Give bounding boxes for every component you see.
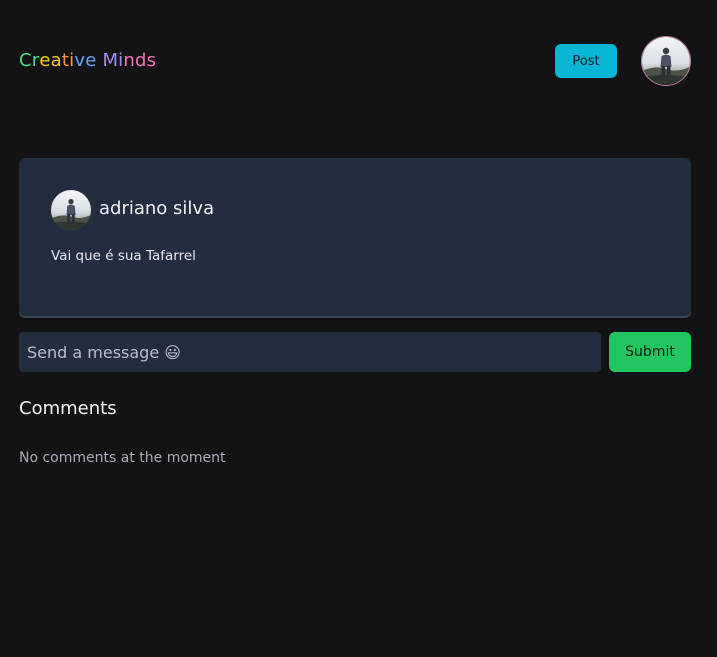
submit-button[interactable]: Submit [609, 332, 691, 372]
logo-letter: t [61, 50, 70, 71]
logo-letter: n [123, 50, 135, 71]
comment-form: Submit [19, 332, 691, 372]
logo-letter: a [50, 50, 62, 71]
post-card: adriano silva Vai que é sua Tafarrel [19, 158, 691, 316]
post-author-name: adriano silva [99, 198, 215, 219]
post-content: Vai que é sua Tafarrel [51, 248, 196, 264]
logo-letter: e [39, 50, 51, 71]
no-comments-message: No comments at the moment [19, 450, 226, 466]
logo-letter: r [31, 50, 40, 71]
logo-letter: C [19, 50, 32, 71]
author-avatar[interactable] [51, 190, 91, 230]
logo-letter: e [85, 50, 97, 71]
user-avatar-icon [642, 37, 690, 85]
post-button[interactable]: Post [555, 44, 617, 78]
app-logo[interactable]: Creative Minds [19, 50, 156, 72]
top-bar: Creative Minds Post [19, 36, 691, 86]
message-input[interactable] [19, 332, 601, 372]
profile-avatar[interactable] [641, 36, 691, 86]
logo-letter: s [146, 50, 157, 71]
logo-letter: v [74, 50, 86, 71]
logo-letter: M [102, 50, 119, 71]
comments-heading: Comments [19, 398, 117, 419]
logo-letter: d [134, 50, 147, 71]
user-avatar-icon [51, 190, 91, 230]
app-page: Creative Minds Post adriano silva Vai qu… [0, 0, 717, 657]
